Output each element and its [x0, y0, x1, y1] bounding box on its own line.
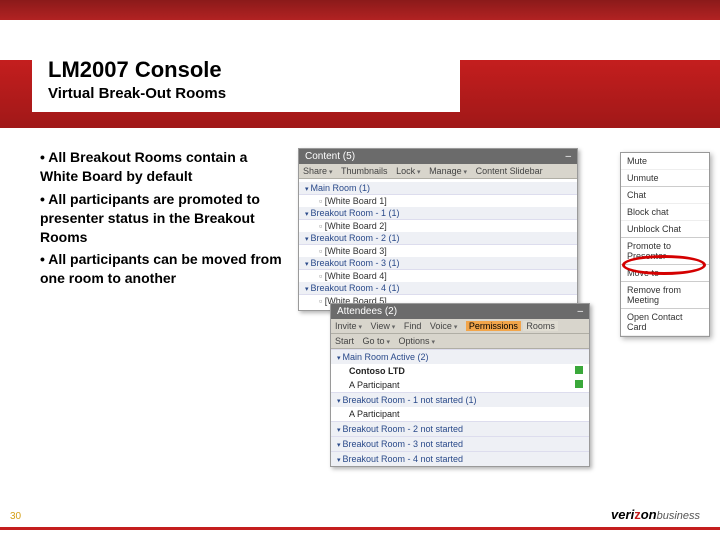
att-label: A Participant — [349, 409, 400, 419]
att-group-br4[interactable]: Breakout Room - 4 not started — [331, 451, 589, 466]
attendees-toolbar2: Start Go to Options — [331, 334, 589, 349]
attendees-toolbar1: Invite View Find Voice Permissions Rooms — [331, 319, 589, 334]
att-group-br2[interactable]: Breakout Room - 2 not started — [331, 421, 589, 436]
attendees-panel: Attendees (2) – Invite View Find Voice P… — [330, 303, 590, 467]
tree-group-br3[interactable]: Breakout Room - 3 (1) — [299, 257, 577, 270]
cm-mute[interactable]: Mute — [621, 153, 709, 170]
content-panel-header: Content (5) – — [299, 149, 577, 164]
tb-start[interactable]: Start — [335, 336, 354, 346]
logo-text1: veri — [611, 507, 634, 522]
verizon-logo: verizonbusiness — [611, 507, 700, 522]
cm-promote[interactable]: Promote to Presenter — [621, 238, 709, 265]
collapse-icon[interactable]: – — [565, 151, 571, 162]
cm-unblock-chat[interactable]: Unblock Chat — [621, 221, 709, 238]
att-label: Contoso LTD — [349, 366, 405, 376]
toolbar-share[interactable]: Share — [303, 166, 333, 176]
tb-options[interactable]: Options — [399, 336, 436, 346]
page-title: LM2007 Console — [48, 57, 444, 83]
content-panel-title: Content (5) — [305, 151, 355, 162]
tree-group-br1[interactable]: Breakout Room - 1 (1) — [299, 207, 577, 220]
content-toolbar: Share Thumbnails Lock Manage Content Sli… — [299, 164, 577, 179]
cm-unmute[interactable]: Unmute — [621, 170, 709, 187]
tree-item[interactable]: [White Board 3] — [299, 245, 577, 257]
att-group-br3[interactable]: Breakout Room - 3 not started — [331, 436, 589, 451]
header-top-bar — [0, 0, 720, 20]
cm-block-chat[interactable]: Block chat — [621, 204, 709, 221]
att-label: A Participant — [349, 380, 400, 390]
toolbar-slidebar[interactable]: Content Slidebar — [476, 166, 543, 176]
status-icon — [575, 380, 583, 388]
cm-chat[interactable]: Chat — [621, 187, 709, 204]
bullet-item: All Breakout Rooms contain a White Board… — [40, 148, 285, 186]
bullet-item: All participants are promoted to present… — [40, 190, 285, 247]
tree-group-br2[interactable]: Breakout Room - 2 (1) — [299, 232, 577, 245]
tree-item[interactable]: [White Board 1] — [299, 195, 577, 207]
tree-group-br4[interactable]: Breakout Room - 4 (1) — [299, 282, 577, 295]
att-row[interactable]: Contoso LTD — [331, 364, 589, 378]
logo-text2: on — [641, 507, 657, 522]
attendees-tree: Main Room Active (2) Contoso LTD A Parti… — [331, 349, 589, 466]
cm-remove[interactable]: Remove from Meeting — [621, 282, 709, 309]
toolbar-thumbnails[interactable]: Thumbnails — [341, 166, 388, 176]
page-subtitle: Virtual Break-Out Rooms — [48, 85, 444, 102]
tb-view[interactable]: View — [371, 321, 396, 331]
cm-move-to[interactable]: Move to — [621, 265, 709, 282]
toolbar-lock[interactable]: Lock — [396, 166, 420, 176]
att-group-br1[interactable]: Breakout Room - 1 not started (1) — [331, 392, 589, 407]
attendees-title: Attendees (2) — [337, 306, 397, 317]
collapse-icon[interactable]: – — [577, 306, 583, 317]
status-icon — [575, 366, 583, 374]
attendees-header: Attendees (2) – — [331, 304, 589, 319]
tb-invite[interactable]: Invite — [335, 321, 362, 331]
content-tree: Main Room (1) [White Board 1] Breakout R… — [299, 179, 577, 310]
content-panel: Content (5) – Share Thumbnails Lock Mana… — [298, 148, 578, 311]
bullet-item: All participants can be moved from one r… — [40, 250, 285, 288]
title-box: LM2007 Console Virtual Break-Out Rooms — [32, 45, 460, 112]
tb-voice[interactable]: Voice — [430, 321, 458, 331]
context-menu: Mute Unmute Chat Block chat Unblock Chat… — [620, 152, 710, 337]
page-number: 30 — [10, 511, 21, 522]
tree-item[interactable]: [White Board 4] — [299, 270, 577, 282]
att-group-main[interactable]: Main Room Active (2) — [331, 349, 589, 364]
logo-sub: business — [657, 510, 700, 522]
bullet-list: All Breakout Rooms contain a White Board… — [40, 148, 285, 292]
att-row[interactable]: A Participant — [331, 407, 589, 421]
footer-bar — [0, 527, 720, 530]
att-row[interactable]: A Participant — [331, 378, 589, 392]
tree-group-main[interactable]: Main Room (1) — [299, 182, 577, 195]
permissions-button[interactable]: Permissions — [466, 321, 521, 331]
tree-item[interactable]: [White Board 2] — [299, 220, 577, 232]
toolbar-manage[interactable]: Manage — [429, 166, 467, 176]
rooms-button[interactable]: Rooms — [523, 321, 558, 331]
cm-contact-card[interactable]: Open Contact Card — [621, 309, 709, 336]
tb-find[interactable]: Find — [404, 321, 422, 331]
tb-goto[interactable]: Go to — [363, 336, 390, 346]
